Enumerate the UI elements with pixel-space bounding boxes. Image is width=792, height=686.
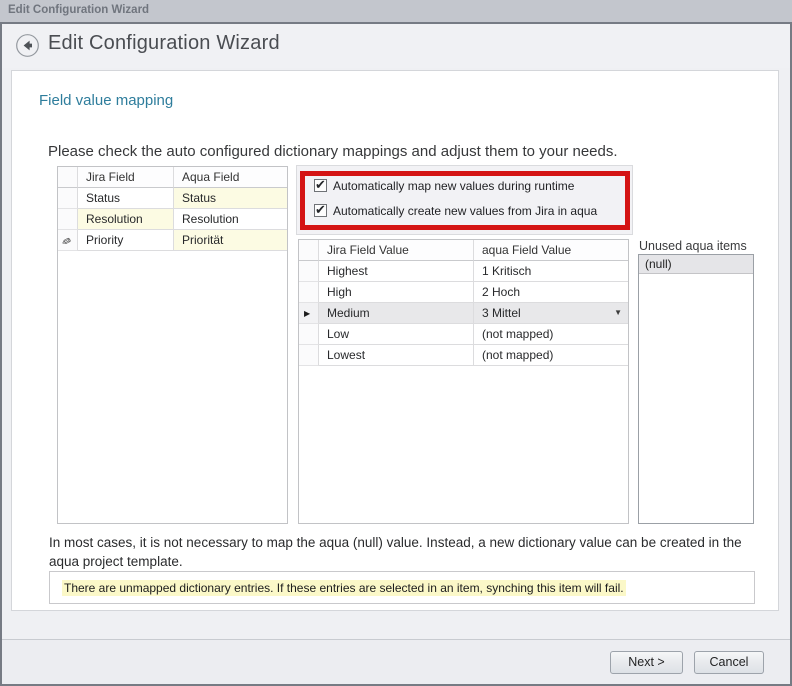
jira-field-cell[interactable]: Priority bbox=[78, 230, 174, 251]
jira-value-cell[interactable]: Low bbox=[319, 324, 474, 345]
row-selector[interactable] bbox=[299, 282, 319, 303]
section-title: Field value mapping bbox=[39, 92, 173, 109]
auto-mapping-options-panel: Automatically map new values during runt… bbox=[296, 165, 633, 235]
aqua-value-cell[interactable]: (not mapped) bbox=[474, 345, 628, 366]
table-row[interactable]: High 2 Hoch bbox=[299, 282, 628, 303]
next-button[interactable]: Next > bbox=[610, 651, 683, 674]
field-mapping-table: Jira Field Aqua Field Status Status Reso… bbox=[57, 166, 288, 524]
aqua-value-cell[interactable]: (not mapped) bbox=[474, 324, 628, 345]
table-row[interactable]: Resolution Resolution bbox=[58, 209, 287, 230]
table-row[interactable]: Lowest (not mapped) bbox=[299, 345, 628, 366]
wizard-window: Edit Configuration Wizard Field value ma… bbox=[0, 22, 792, 686]
jira-value-cell[interactable]: Medium bbox=[319, 303, 474, 324]
table-row[interactable]: Low (not mapped) bbox=[299, 324, 628, 345]
back-arrow-icon bbox=[16, 34, 39, 57]
table-header-row: Jira Field Value aqua Field Value bbox=[299, 240, 628, 261]
warning-text: There are unmapped dictionary entries. I… bbox=[62, 580, 626, 596]
aqua-field-cell[interactable]: Resolution bbox=[174, 209, 287, 230]
table-row[interactable]: Status Status bbox=[58, 188, 287, 209]
wizard-header: Edit Configuration Wizard bbox=[2, 24, 790, 68]
aqua-value-cell[interactable]: 1 Kritisch bbox=[474, 261, 628, 282]
row-selector-header bbox=[58, 167, 78, 188]
table-row[interactable]: Priority Priorität bbox=[58, 230, 287, 251]
table-row[interactable]: Highest 1 Kritisch bbox=[299, 261, 628, 282]
auto-map-values-checkbox-row[interactable]: Automatically map new values during runt… bbox=[314, 178, 574, 193]
unused-aqua-items-label: Unused aqua items bbox=[639, 239, 747, 253]
aqua-field-value-column-header[interactable]: aqua Field Value bbox=[474, 240, 628, 261]
row-selector[interactable] bbox=[299, 324, 319, 345]
screen: Edit Configuration Wizard Edit Configura… bbox=[0, 0, 792, 686]
aqua-value-dropdown-cell[interactable]: 3 Mittel bbox=[474, 303, 628, 324]
window-titlebar[interactable]: Edit Configuration Wizard bbox=[0, 0, 792, 22]
jira-value-cell[interactable]: Lowest bbox=[319, 345, 474, 366]
unused-aqua-items-listbox[interactable]: (null) bbox=[638, 254, 754, 524]
page-title: Edit Configuration Wizard bbox=[48, 32, 280, 55]
checkbox-checked-icon[interactable] bbox=[314, 179, 327, 192]
instruction-text: Please check the auto configured diction… bbox=[48, 143, 618, 160]
note-text: In most cases, it is not necessary to ma… bbox=[49, 533, 755, 571]
back-button[interactable] bbox=[16, 34, 39, 57]
checkbox-checked-icon[interactable] bbox=[314, 204, 327, 217]
row-selector-header bbox=[299, 240, 319, 261]
content-panel: Field value mapping Please check the aut… bbox=[11, 70, 779, 611]
aqua-value-text: 3 Mittel bbox=[482, 306, 521, 320]
current-row-arrow-icon[interactable] bbox=[299, 303, 319, 324]
jira-field-value-column-header[interactable]: Jira Field Value bbox=[319, 240, 474, 261]
edit-pencil-icon[interactable] bbox=[58, 230, 78, 251]
checkbox-label: Automatically map new values during runt… bbox=[333, 179, 574, 193]
warning-box: There are unmapped dictionary entries. I… bbox=[49, 571, 755, 604]
row-selector[interactable] bbox=[299, 345, 319, 366]
wizard-footer: Next > Cancel bbox=[2, 639, 790, 684]
row-selector[interactable] bbox=[299, 261, 319, 282]
table-header-row: Jira Field Aqua Field bbox=[58, 167, 287, 188]
aqua-value-cell[interactable]: 2 Hoch bbox=[474, 282, 628, 303]
row-selector[interactable] bbox=[58, 188, 78, 209]
jira-value-cell[interactable]: High bbox=[319, 282, 474, 303]
checkbox-label: Automatically create new values from Jir… bbox=[333, 204, 597, 218]
jira-field-cell[interactable]: Resolution bbox=[78, 209, 174, 230]
jira-value-cell[interactable]: Highest bbox=[319, 261, 474, 282]
aqua-field-cell[interactable]: Status bbox=[174, 188, 287, 209]
aqua-field-cell[interactable]: Priorität bbox=[174, 230, 287, 251]
jira-field-cell[interactable]: Status bbox=[78, 188, 174, 209]
list-item-null[interactable]: (null) bbox=[639, 255, 753, 274]
dropdown-arrow-icon[interactable] bbox=[614, 303, 622, 323]
cancel-button[interactable]: Cancel bbox=[694, 651, 764, 674]
table-row-selected[interactable]: Medium 3 Mittel bbox=[299, 303, 628, 324]
aqua-field-column-header[interactable]: Aqua Field bbox=[174, 167, 287, 188]
value-mapping-table: Jira Field Value aqua Field Value Highes… bbox=[298, 239, 629, 524]
row-selector[interactable] bbox=[58, 209, 78, 230]
jira-field-column-header[interactable]: Jira Field bbox=[78, 167, 174, 188]
auto-create-values-checkbox-row[interactable]: Automatically create new values from Jir… bbox=[314, 203, 597, 218]
